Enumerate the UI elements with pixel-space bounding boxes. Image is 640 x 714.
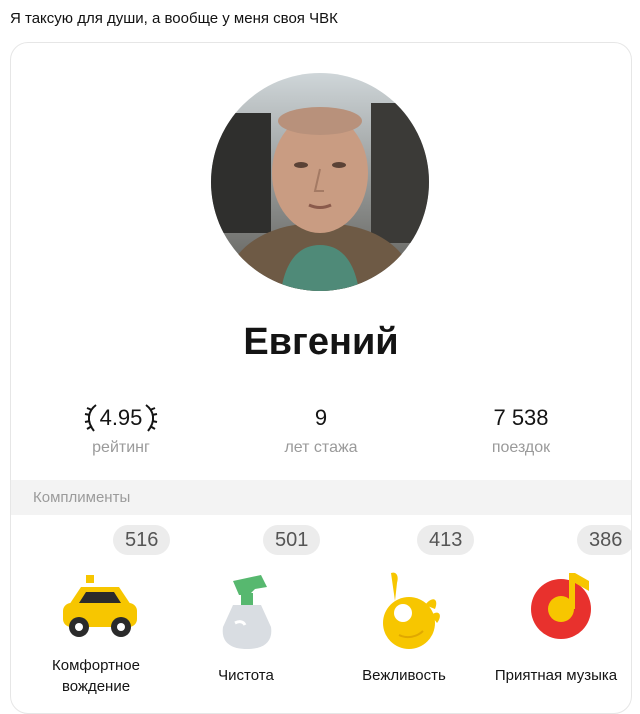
compliment-count-badge: 501 <box>263 525 321 555</box>
experience-label: лет стажа <box>284 439 358 456</box>
laurel-right-icon <box>145 404 158 432</box>
compliments-header: Комплименты <box>11 480 631 515</box>
experience-value: 9 <box>314 405 328 430</box>
music-note-icon <box>531 573 591 639</box>
compliment-count-badge: 516 <box>113 525 171 555</box>
trips-label: поездок <box>491 439 551 456</box>
compliment-count-badge: 386 <box>577 525 631 555</box>
compliment-pleasant-music[interactable]: 386 Приятная музыка <box>481 525 631 713</box>
driver-profile-card: Евгений 4.95 рейтинг 9 лет стажа 7 538 п… <box>10 42 632 714</box>
stat-trips: 7 538 поездок <box>441 403 601 457</box>
compliment-count-badge: 413 <box>417 525 475 555</box>
compliment-label: Вежливость <box>362 667 446 684</box>
trips-value: 7 538 <box>493 405 549 430</box>
spray-bottle-icon <box>222 575 272 649</box>
stat-rating: 4.95 рейтинг <box>41 403 201 457</box>
post-caption: Я таксую для души, а вообще у меня своя … <box>10 10 338 27</box>
taxi-car-icon <box>63 575 137 637</box>
ok-hand-icon <box>383 572 440 649</box>
compliment-label: Комфортное вождение <box>52 657 140 695</box>
compliment-cleanliness[interactable]: 501 Чистота <box>171 525 321 713</box>
rating-label: рейтинг <box>92 439 150 456</box>
stat-experience: 9 лет стажа <box>241 403 401 457</box>
compliment-comfortable-driving[interactable]: 516 Комфортное вождение <box>21 525 171 713</box>
driver-avatar <box>211 73 429 291</box>
rating-value: 4.95 <box>99 405 143 430</box>
laurel-left-icon <box>84 404 97 432</box>
compliment-label: Чистота <box>218 667 274 684</box>
compliment-politeness[interactable]: 413 Вежливость <box>329 525 479 713</box>
compliment-label: Приятная музыка <box>494 667 618 684</box>
driver-name: Евгений <box>243 321 399 363</box>
